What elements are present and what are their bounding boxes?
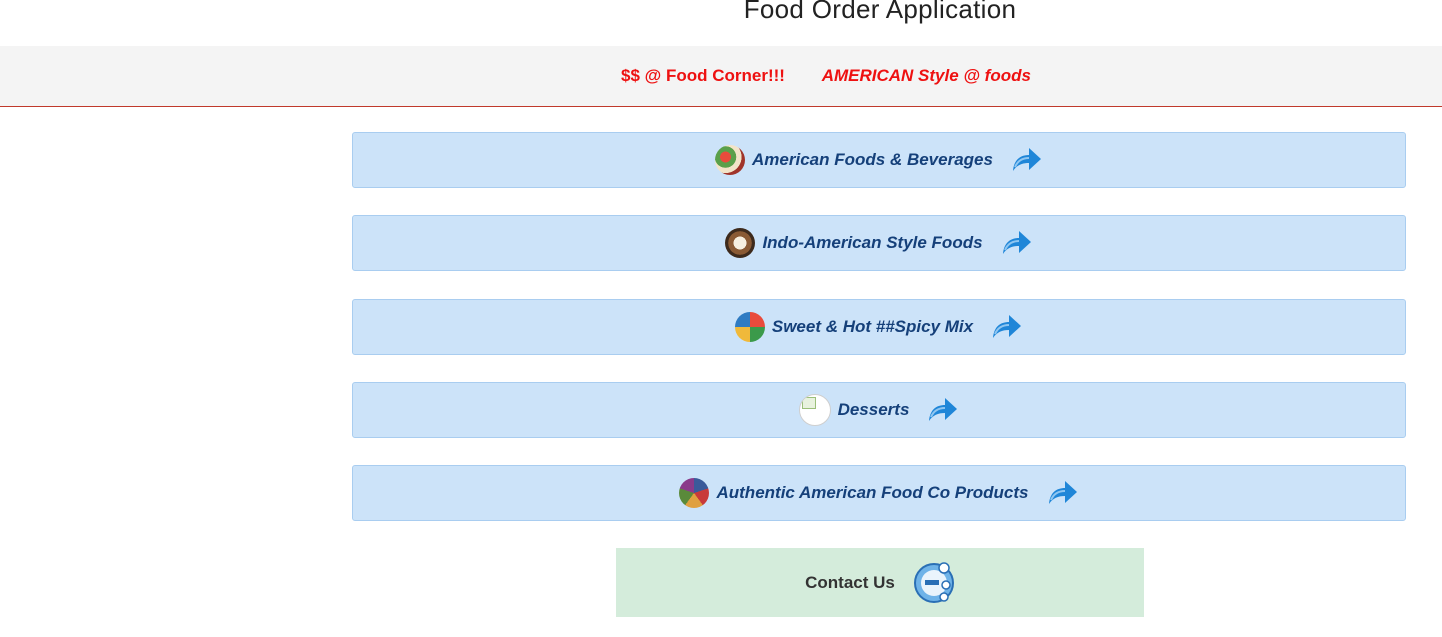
menu-item-label: Sweet & Hot ##Spicy Mix [771, 317, 974, 336]
forward-arrow-icon [929, 398, 958, 421]
menu-item-label: Authentic American Food Co Products [716, 483, 1029, 502]
food-photo-icon [679, 478, 710, 508]
menu-item-authentic-american[interactable]: Authentic American Food Co Products [352, 465, 1406, 521]
menu-item-desserts[interactable]: Desserts [352, 382, 1406, 438]
banner-tagline-1: $$ @ Food Corner!!! [621, 66, 785, 85]
forward-arrow-icon [1012, 148, 1041, 171]
app-title: Food Order Application [743, 0, 1017, 24]
banner-tagline-2: AMERICAN Style @ foods [821, 66, 1031, 85]
banner: $$ @ Food Corner!!! AMERICAN Style @ foo… [0, 46, 1442, 107]
contact-us-label: Contact Us [805, 572, 895, 592]
menu-item-indo-american[interactable]: Indo-American Style Foods [352, 215, 1406, 271]
forward-arrow-icon [1002, 231, 1031, 254]
menu-item-american-foods[interactable]: American Foods & Beverages [352, 132, 1406, 188]
page: Food Order Application $$ @ Food Corner!… [0, 0, 1442, 637]
food-photo-icon [734, 312, 765, 342]
forward-arrow-icon [993, 315, 1022, 338]
menu-item-sweet-hot[interactable]: Sweet & Hot ##Spicy Mix [352, 299, 1406, 355]
forward-arrow-icon [1048, 481, 1077, 504]
contact-globe-icon [913, 561, 954, 603]
contact-us-button[interactable]: Contact Us [616, 548, 1144, 617]
menu-item-label: Desserts [837, 400, 910, 419]
food-photo-icon [715, 145, 746, 175]
menu-item-label: Indo-American Style Foods [762, 233, 983, 252]
menu-item-label: American Foods & Beverages [752, 150, 993, 169]
banner-text: $$ @ Food Corner!!! AMERICAN Style @ foo… [0, 66, 1442, 86]
food-photo-icon [725, 228, 756, 258]
broken-image-icon [798, 394, 831, 426]
